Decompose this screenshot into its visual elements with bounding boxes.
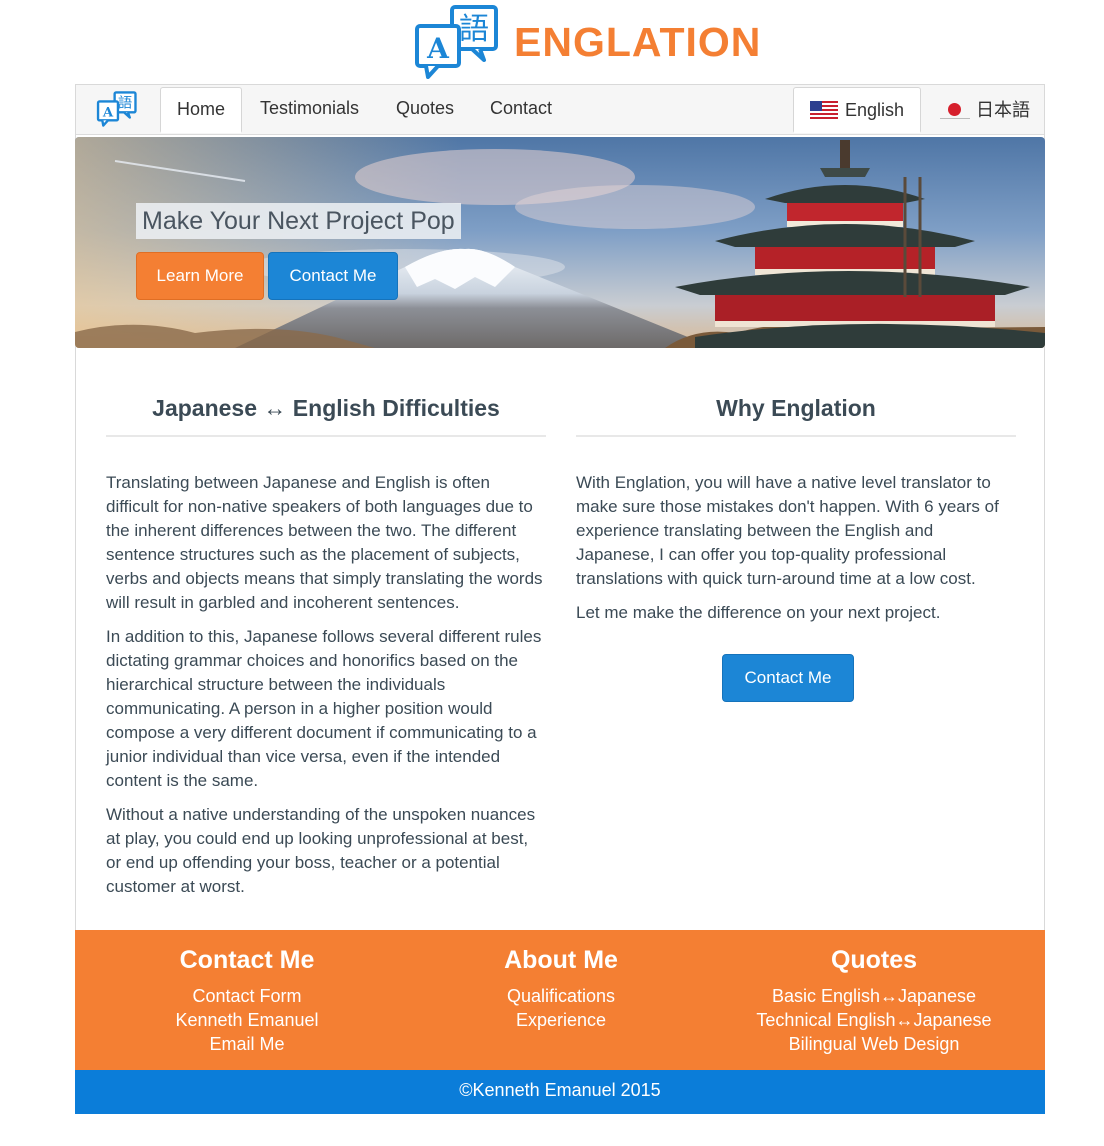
- footer-about-heading: About Me: [504, 946, 618, 974]
- difficulties-section: Japanese ↔ English Difficulties Translat…: [106, 385, 546, 909]
- footer-link-experience[interactable]: Experience: [411, 1008, 711, 1032]
- nav-logo[interactable]: 語 A: [96, 91, 138, 132]
- why-englation-section: Why Englation With Englation, you will h…: [576, 385, 1016, 635]
- footer: Contact Me Contact Form Kenneth Emanuel …: [75, 930, 1045, 1070]
- footer-quotes-column: Quotes Basic English↔Japanese Technical …: [724, 944, 1024, 1056]
- nav-quotes[interactable]: Quotes: [380, 87, 470, 133]
- svg-text:A: A: [102, 106, 114, 121]
- section-contact-button[interactable]: Contact Me: [722, 654, 854, 702]
- footer-contact-heading: Contact Me: [179, 946, 315, 974]
- hero-title: Make Your Next Project Pop: [136, 203, 461, 239]
- translation-bubbles-icon: 語 A: [415, 5, 498, 79]
- mount-fuji-pagoda-image: [75, 137, 1045, 348]
- footer-link-kenneth-emanuel[interactable]: Kenneth Emanuel: [97, 1008, 397, 1032]
- footer-about-column: About Me Qualifications Experience: [411, 944, 711, 1032]
- translation-bubbles-icon: 語 A: [96, 91, 137, 127]
- copyright-bar: ©Kenneth Emanuel 2015: [75, 1070, 1045, 1114]
- hero-contact-button[interactable]: Contact Me: [268, 252, 398, 300]
- nav-home[interactable]: Home: [160, 87, 243, 133]
- main-container: 語 A Home Testimonials Quotes Contact Eng…: [75, 84, 1045, 930]
- why-englation-paragraph: Let me make the difference on your next …: [576, 603, 941, 622]
- navbar: 語 A Home Testimonials Quotes Contact Eng…: [76, 85, 1044, 135]
- difficulties-heading: Japanese ↔ English Difficulties: [106, 385, 546, 437]
- footer-link-qualifications[interactable]: Qualifications: [411, 984, 711, 1008]
- difficulties-paragraph: Translating between Japanese and English…: [106, 473, 543, 612]
- japan-flag-icon: [940, 101, 970, 119]
- difficulties-paragraph: In addition to this, Japanese follows se…: [106, 627, 542, 790]
- footer-link-basic-quote[interactable]: Basic English↔Japanese: [724, 984, 1024, 1008]
- logo-kanji: 語: [459, 12, 489, 47]
- site-logo[interactable]: 語 A ENGLATION: [414, 4, 761, 80]
- us-flag-icon: [810, 100, 838, 119]
- language-japanese-label: 日本語: [976, 100, 1030, 120]
- difficulties-paragraph: Without a native understanding of the un…: [106, 805, 536, 896]
- language-japanese[interactable]: 日本語: [940, 87, 1030, 133]
- footer-quotes-heading: Quotes: [830, 946, 918, 974]
- brand-name: ENGLATION: [514, 18, 762, 65]
- language-english[interactable]: English: [793, 87, 922, 133]
- nav-contact[interactable]: Contact: [474, 87, 568, 133]
- why-englation-heading: Why Englation: [576, 385, 1016, 437]
- footer-contact-column: Contact Me Contact Form Kenneth Emanuel …: [97, 944, 397, 1056]
- why-englation-paragraph: With Englation, you will have a native l…: [576, 473, 999, 588]
- learn-more-button[interactable]: Learn More: [136, 252, 264, 300]
- footer-link-technical-quote[interactable]: Technical English↔Japanese: [724, 1008, 1024, 1032]
- footer-link-email-me[interactable]: Email Me: [97, 1032, 397, 1056]
- logo-letter: A: [426, 32, 450, 65]
- footer-link-contact-form[interactable]: Contact Form: [97, 984, 397, 1008]
- footer-link-web-design-quote[interactable]: Bilingual Web Design: [724, 1032, 1024, 1056]
- svg-text:語: 語: [118, 95, 132, 112]
- nav-testimonials[interactable]: Testimonials: [244, 87, 375, 133]
- language-english-label: English: [845, 99, 905, 120]
- hero-banner: Make Your Next Project Pop Learn More Co…: [75, 137, 1045, 348]
